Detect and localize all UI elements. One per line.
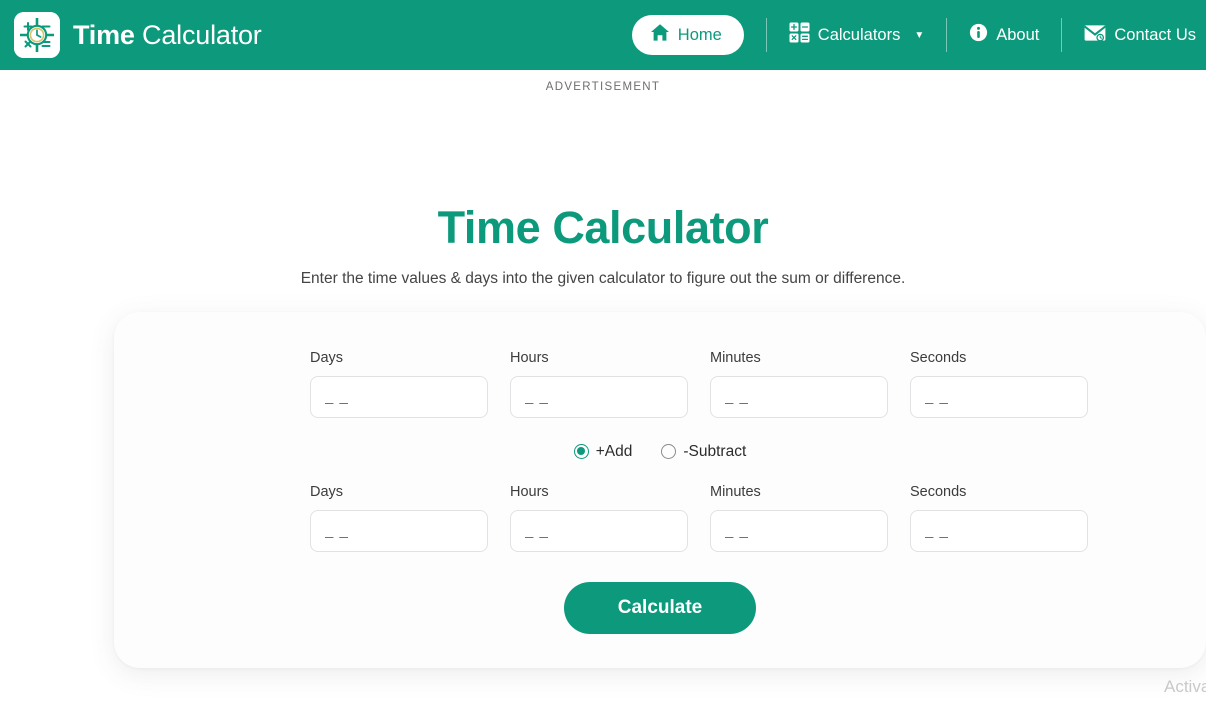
field-days-2-label: Days [310,483,344,500]
nav-item-contact[interactable]: Contact Us [1084,24,1196,47]
main-nav: Home Calculators ▼ About Contact Us [631,0,1206,70]
operation-radio-group: +Add -Subtract [114,443,1206,461]
nav-item-home[interactable]: Home [631,15,744,55]
time-input-row-1: Days Hours Minutes Seconds [114,350,1206,418]
field-minutes-2: Minutes [710,484,888,552]
main-content: Time Calculator Enter the time values & … [0,203,1206,668]
seconds-input-2[interactable] [910,509,1088,552]
field-seconds-2: Seconds [910,484,1088,552]
time-input-row-2: Days Hours Minutes Seconds [114,484,1206,552]
hours-input-2[interactable] [510,509,688,552]
brand[interactable]: Time Calculator [14,12,262,58]
field-hours-2-label: Hours [510,483,549,500]
days-input-2[interactable] [310,509,488,552]
radio-option-add-label: +Add [595,442,633,460]
field-seconds-1: Seconds [910,350,1088,418]
days-input-1[interactable] [310,375,488,418]
hours-input-1[interactable] [510,375,688,418]
field-seconds-2-label: Seconds [910,483,967,500]
calculator-clock-icon [14,12,60,58]
grid-calculator-icon [789,22,810,48]
field-hours-2: Hours [510,484,688,552]
nav-item-home-label: Home [677,25,722,44]
minutes-input-2[interactable] [710,509,888,552]
brand-title-strong: Time [73,19,135,50]
field-hours-1: Hours [510,350,688,418]
submit-row: Calculate [114,581,1206,634]
brand-title-light: Calculator [142,19,262,50]
field-days-2: Days [310,484,488,552]
nav-item-calculators-label: Calculators [817,25,901,44]
page-title: Time Calculator [437,202,769,253]
radio-add-indicator[interactable] [573,444,589,459]
nav-item-about[interactable]: About [969,23,1039,47]
envelope-icon [1084,24,1107,47]
minutes-input-1[interactable] [710,375,888,418]
calculator-card: Days Hours Minutes Seconds [114,311,1206,668]
home-icon [650,23,670,47]
calculate-button[interactable]: Calculate [563,581,757,634]
field-minutes-2-label: Minutes [710,483,761,500]
seconds-input-1[interactable] [910,375,1088,418]
nav-divider [946,18,948,52]
nav-divider [765,18,767,52]
nav-divider [1061,18,1063,52]
field-days-1-label: Days [310,349,344,366]
advertisement-label: ADVERTISEMENT [545,81,661,93]
field-hours-1-label: Hours [510,349,549,366]
field-minutes-1: Minutes [710,350,888,418]
brand-title: Time Calculator [73,20,262,51]
chevron-down-icon[interactable]: ▼ [914,30,924,41]
page-subtitle: Enter the time values & days into the gi… [300,269,906,287]
radio-option-add[interactable]: +Add [573,442,633,461]
field-seconds-1-label: Seconds [910,349,967,366]
radio-option-subtract-label: -Subtract [683,442,747,460]
activate-windows-watermark: Activate Windows [1164,677,1206,696]
radio-option-subtract[interactable]: -Subtract [661,443,746,461]
nav-item-about-label: About [996,25,1040,44]
advertisement-slot [0,93,1206,203]
nav-item-contact-label: Contact Us [1114,25,1196,44]
field-minutes-1-label: Minutes [710,349,761,366]
advertisement-region: ADVERTISEMENT [0,70,1206,203]
site-header: Time Calculator Home Calculators ▼ About… [0,0,1206,70]
nav-item-calculators[interactable]: Calculators ▼ [789,22,924,48]
radio-subtract-indicator[interactable] [661,444,677,459]
page-stage: Time Calculator Home Calculators ▼ About… [0,0,1206,701]
info-circle-icon [969,23,988,47]
field-days-1: Days [310,350,488,418]
